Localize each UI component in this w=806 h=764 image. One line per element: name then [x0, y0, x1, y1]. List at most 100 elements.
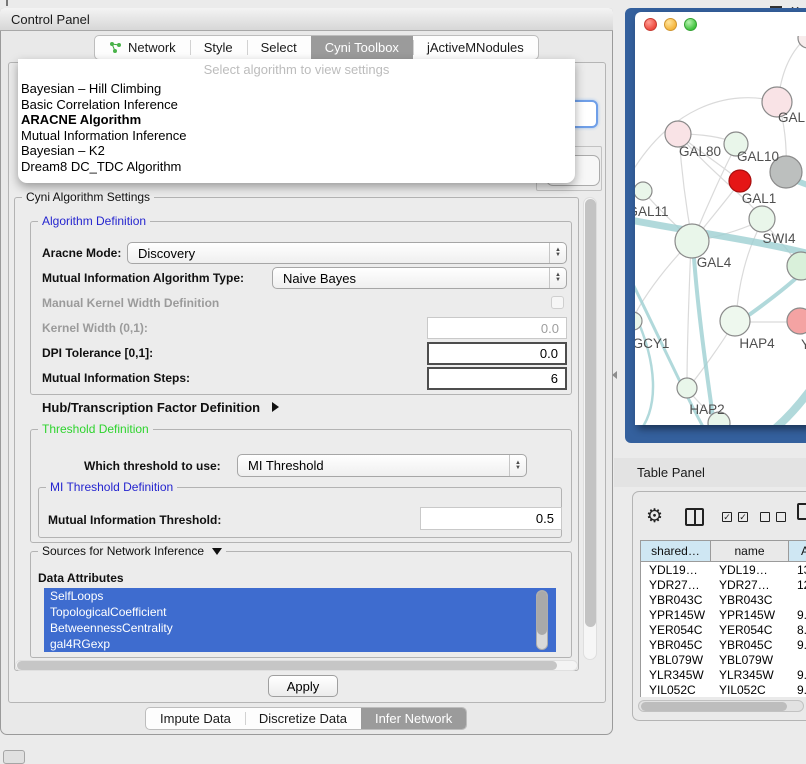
algorithm-option[interactable]: Mutual Information Inference [18, 128, 575, 144]
tab-label: Select [261, 40, 297, 55]
tab-discretize-data[interactable]: Discretize Data [245, 708, 361, 729]
control-panel-title: Control Panel [11, 12, 90, 27]
which-threshold-label: Which threshold to use: [84, 459, 221, 473]
settings-hscrollbar-thumb[interactable] [17, 661, 557, 670]
table-cell: 13 [789, 563, 806, 577]
tab-cyni-toolbox[interactable]: Cyni Toolbox [311, 36, 413, 59]
aracne-mode-select[interactable]: Discovery ▲▼ [127, 242, 567, 264]
hub-definition-toggle[interactable]: Hub/Transcription Factor Definition [42, 400, 279, 415]
table-cell: YDL19… [711, 563, 789, 577]
network-node[interactable] [787, 308, 806, 334]
network-edge[interactable] [635, 98, 778, 188]
table-row[interactable]: YBR045CYBR045C9. [641, 637, 806, 652]
tab-network[interactable]: Network [95, 36, 190, 59]
close-traffic-light-icon[interactable] [644, 18, 657, 31]
attribute-list-item[interactable]: gal4RGexp [44, 636, 556, 652]
attribute-list-item[interactable]: TopologicalCoefficient [44, 604, 556, 620]
tab-label: Network [128, 40, 176, 55]
column-header-a[interactable]: A [788, 540, 806, 562]
split-view-icon[interactable] [685, 508, 704, 526]
hub-definition-label: Hub/Transcription Factor Definition [42, 400, 260, 415]
cyni-bottom-tabs: Impute DataDiscretize DataInfer Network [145, 707, 467, 730]
manual-kernel-checkbox[interactable] [551, 296, 564, 309]
node-label: GAL11 [635, 204, 669, 219]
algorithm-option[interactable]: ARACNE Algorithm [18, 112, 575, 128]
threshold-definition-title: Threshold Definition [38, 422, 153, 436]
node-label: HAP4 [739, 336, 775, 351]
tab-impute-data[interactable]: Impute Data [146, 708, 245, 729]
network-edge-thick[interactable] [693, 244, 715, 425]
stepper-arrows-icon: ▲▼ [549, 243, 566, 263]
collapse-down-icon [212, 548, 222, 555]
table-row[interactable]: YDR27…YDR27…12 [641, 577, 806, 592]
kernel-width-field[interactable]: 0.0 [427, 317, 567, 339]
unchecked-box-icon[interactable] [760, 512, 770, 522]
table-cell: YER054C [641, 623, 711, 637]
mi-steps-value: 6 [551, 371, 558, 386]
table-row[interactable]: YBL079WYBL079W [641, 652, 806, 667]
network-graph-canvas[interactable]: GALGAL80GAL10GAL1GAL11GAL4SWI4GCY1HAP4YH… [635, 36, 806, 425]
mi-type-select[interactable]: Naive Bayes ▲▼ [272, 267, 567, 289]
list-scrollbar-thumb[interactable] [537, 591, 547, 635]
mi-steps-field[interactable]: 6 [427, 367, 567, 390]
network-window-titlebar[interactable] [635, 12, 806, 36]
tab-jactivemnodules[interactable]: jActiveMNodules [413, 36, 538, 59]
node-table[interactable]: shared…nameAYDL19…YDL19…13YDR27…YDR27…12… [640, 540, 806, 697]
gear-icon[interactable]: ⚙ [646, 505, 663, 528]
control-panel-titlebar[interactable]: Control Panel [0, 8, 613, 31]
network-node[interactable] [635, 182, 652, 200]
settings-vscrollbar-thumb[interactable] [585, 199, 596, 627]
minimize-traffic-light-icon[interactable] [664, 18, 677, 31]
split-pane-collapse-icon[interactable] [612, 371, 617, 379]
aracne-mode-value: Discovery [138, 246, 195, 261]
tab-style[interactable]: Style [190, 36, 247, 59]
table-panel-bar[interactable]: Table Panel [614, 458, 806, 487]
network-edge[interactable] [687, 243, 691, 386]
unchecked-box-icon[interactable] [776, 512, 786, 522]
network-node[interactable] [749, 206, 775, 232]
document-icon[interactable] [797, 503, 806, 520]
network-node[interactable] [787, 252, 806, 280]
network-edge-thick[interactable] [763, 372, 806, 425]
table-cell: YDR27… [711, 578, 789, 592]
table-row[interactable]: YBR043CYBR043C [641, 592, 806, 607]
column-header-name[interactable]: name [710, 540, 788, 562]
network-node[interactable] [675, 224, 709, 258]
kernel-width-label: Kernel Width (0,1): [42, 321, 148, 335]
table-hscrollbar-thumb[interactable] [641, 702, 787, 711]
table-cell: 9. [789, 638, 806, 652]
column-header-shared[interactable]: shared… [640, 540, 710, 562]
table-row[interactable]: YLR345WYLR345W9. [641, 667, 806, 682]
network-node[interactable] [798, 36, 806, 48]
mi-threshold-field[interactable]: 0.5 [420, 507, 562, 530]
algorithm-option[interactable]: Basic Correlation Inference [18, 97, 575, 113]
network-node[interactable] [677, 378, 697, 398]
expand-right-icon [272, 402, 279, 412]
which-threshold-select[interactable]: MI Threshold ▲▼ [237, 454, 527, 477]
checked-box-icon[interactable]: ✓ [722, 512, 732, 522]
algorithm-option[interactable]: Bayesian – Hill Climbing [18, 81, 575, 97]
algorithm-definition-title: Algorithm Definition [38, 214, 150, 228]
sources-group-title[interactable]: Sources for Network Inference [38, 544, 226, 558]
table-row[interactable]: YDL19…YDL19…13 [641, 562, 806, 577]
table-row[interactable]: YER054CYER054C8. [641, 622, 806, 637]
table-row[interactable]: YPR145WYPR145W9. [641, 607, 806, 622]
tab-infer-network[interactable]: Infer Network [361, 708, 466, 729]
tab-select[interactable]: Select [247, 36, 311, 59]
mi-steps-label: Mutual Information Steps: [42, 371, 190, 385]
zoom-traffic-light-icon[interactable] [684, 18, 697, 31]
algorithm-option[interactable]: Bayesian – K2 [18, 143, 575, 159]
checked-box-icon[interactable]: ✓ [738, 512, 748, 522]
dpi-tolerance-field[interactable]: 0.0 [427, 342, 567, 365]
table-cell: YDR27… [641, 578, 711, 592]
table-row[interactable]: YIL052CYIL052C9. [641, 682, 806, 697]
algorithm-option[interactable]: Dream8 DC_TDC Algorithm [18, 159, 575, 175]
attribute-list-item[interactable]: BetweennessCentrality [44, 620, 556, 636]
data-attributes-list[interactable]: SelfLoopsTopologicalCoefficientBetweenne… [44, 588, 556, 652]
network-node[interactable] [720, 306, 750, 336]
table-cell: YBR043C [711, 593, 789, 607]
apply-button[interactable]: Apply [268, 675, 338, 697]
table-cell: YPR145W [711, 608, 789, 622]
network-node[interactable] [729, 170, 751, 192]
attribute-list-item[interactable]: SelfLoops [44, 588, 556, 604]
